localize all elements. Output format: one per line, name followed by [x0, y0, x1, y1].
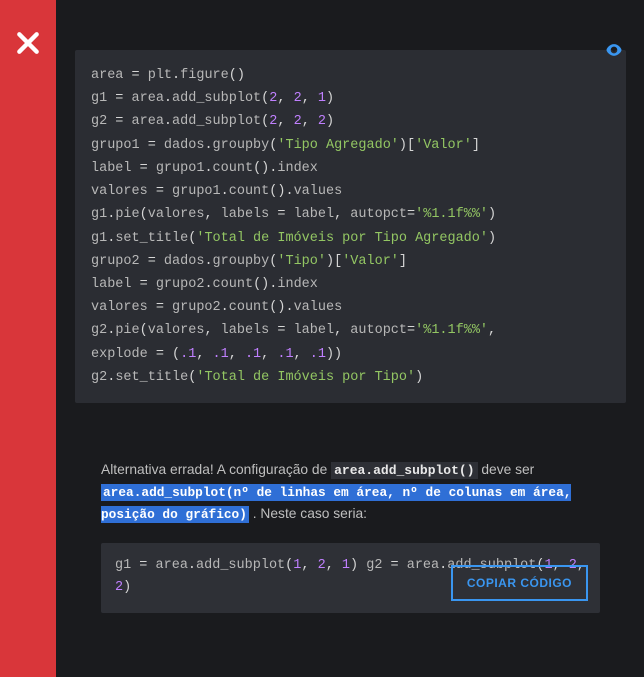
code-block-question: area = plt.figure() g1 = area.add_subplo…	[75, 50, 626, 403]
copy-button[interactable]: COPIAR CÓDIGO	[451, 565, 588, 601]
explain-t3: . Neste caso seria:	[249, 506, 367, 521]
explain-t2: deve ser	[478, 462, 535, 477]
visibility-button[interactable]	[604, 40, 624, 65]
main-content: area = plt.figure() g1 = area.add_subplo…	[75, 0, 644, 643]
close-icon	[15, 30, 41, 56]
eye-icon	[604, 40, 624, 60]
code-block-answer: g1 = area.add_subplot(1, 2, 1) g2 = area…	[101, 543, 600, 614]
explanation-text: Alternativa errada! A configuração de ar…	[101, 459, 600, 525]
explain-t1: Alternativa errada! A configuração de	[101, 462, 331, 477]
sidebar	[0, 0, 56, 677]
close-button[interactable]	[15, 30, 41, 61]
inline-code: area.add_subplot()	[331, 462, 477, 479]
explanation-section: Alternativa errada! A configuração de ar…	[75, 441, 626, 643]
